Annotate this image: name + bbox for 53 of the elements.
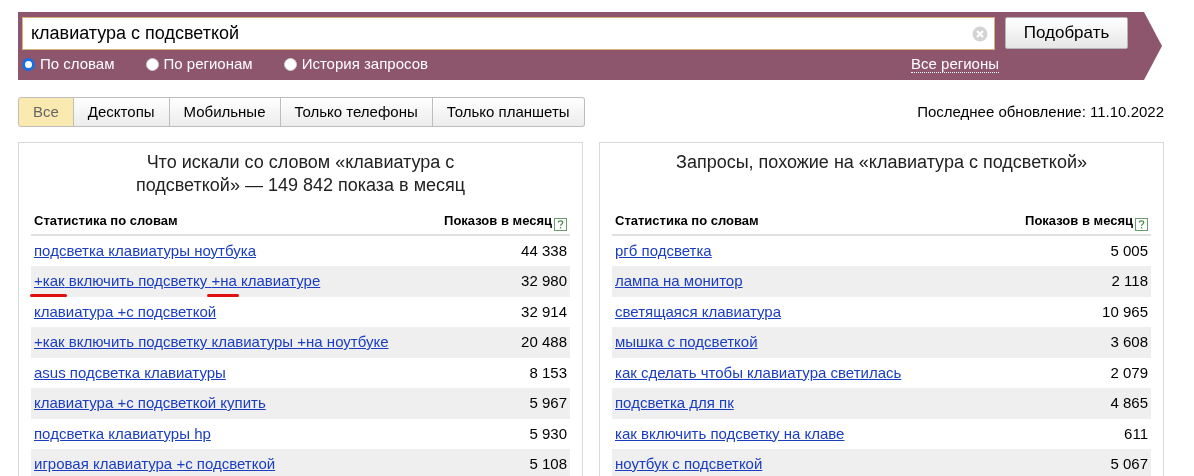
impressions-count: 44 338 <box>521 240 567 261</box>
device-tab[interactable]: Мобильные <box>169 97 281 127</box>
query-link[interactable]: +как включить подсветку клавиатуры +на ноутбуке <box>34 331 389 354</box>
impressions-count: 4 865 <box>1110 393 1148 413</box>
search-mode-radio[interactable]: По словам <box>22 53 115 76</box>
impressions-count: 5 108 <box>529 454 567 474</box>
impressions-count: 611 <box>1124 423 1148 444</box>
help-icon[interactable] <box>1135 217 1148 231</box>
search-input: клавиатура с подсветкой <box>31 20 972 47</box>
impressions-count: 3 608 <box>1110 332 1148 352</box>
panel-title: Что искали со словом «клавиатура с подсветкой» — 149 842 показа в месяц <box>134 151 467 197</box>
query-link[interactable]: мышка с подсветкой <box>615 331 758 354</box>
query-link[interactable]: подсветка для пк <box>615 392 734 415</box>
device-tab[interactable]: Все <box>18 97 74 127</box>
query-link[interactable]: лампа на монитор <box>615 270 743 293</box>
query-link[interactable]: подсветка клавиатуры ноутбука <box>34 239 256 262</box>
impressions-count: 8 153 <box>529 362 567 383</box>
impressions-count: 20 488 <box>521 332 567 352</box>
impressions-count: 5 005 <box>1110 240 1148 261</box>
column-header: Статистика по словам <box>615 212 759 230</box>
help-icon[interactable] <box>554 217 567 231</box>
column-header: Статистика по словам <box>34 212 178 230</box>
impressions-count: 2 079 <box>1110 362 1148 383</box>
query-link[interactable]: ноутбук с подсветкой <box>615 453 763 476</box>
device-tab[interactable]: Только телефоны <box>280 97 433 127</box>
column-header: Показов в месяц <box>1025 212 1133 230</box>
impressions-count: 5 067 <box>1110 454 1148 474</box>
device-tab[interactable]: Десктопы <box>73 97 170 127</box>
query-link[interactable]: ргб подсветка <box>615 239 712 262</box>
search-button[interactable]: Подобрать <box>1005 17 1128 49</box>
search-mode-radio[interactable]: По регионам <box>145 53 253 76</box>
region-link[interactable]: Все регионы <box>911 55 999 74</box>
search-mode-radio[interactable]: История запросов <box>283 53 428 76</box>
impressions-count: 5 967 <box>529 393 567 413</box>
panel-title: Запросы, похожие на «клавиатура с подсветкой» <box>675 151 1088 174</box>
query-link[interactable]: +как включить подсветку +на клавиатуре <box>34 270 321 293</box>
query-link[interactable]: asus подсветка клавиатуры <box>34 361 226 384</box>
impressions-count: 5 930 <box>529 423 567 444</box>
query-link[interactable]: клавиатура +с подсветкой <box>34 300 217 323</box>
query-link[interactable]: игровая клавиатура +с подсветкой <box>34 453 276 476</box>
last-update-text: Последнее обновление: 11.10.2022 <box>917 101 1164 122</box>
query-link[interactable]: как включить подсветку на клаве <box>615 422 845 445</box>
column-header: Показов в месяц <box>444 212 552 230</box>
impressions-count: 32 914 <box>521 301 567 322</box>
query-link[interactable]: как сделать чтобы клавиатура светилась <box>615 361 902 384</box>
impressions-count: 32 980 <box>521 271 567 291</box>
device-tab[interactable]: Только планшеты <box>432 97 585 127</box>
query-link[interactable]: клавиатура +с подсветкой купить <box>34 392 266 415</box>
search-field[interactable]: клавиатура с подсветкой <box>22 17 995 50</box>
impressions-count: 10 965 <box>1102 301 1148 322</box>
query-link[interactable]: светящаяся клавиатура <box>615 300 781 323</box>
impressions-count: 2 118 <box>1111 271 1148 291</box>
query-link[interactable]: подсветка клавиатуры hp <box>34 422 211 445</box>
